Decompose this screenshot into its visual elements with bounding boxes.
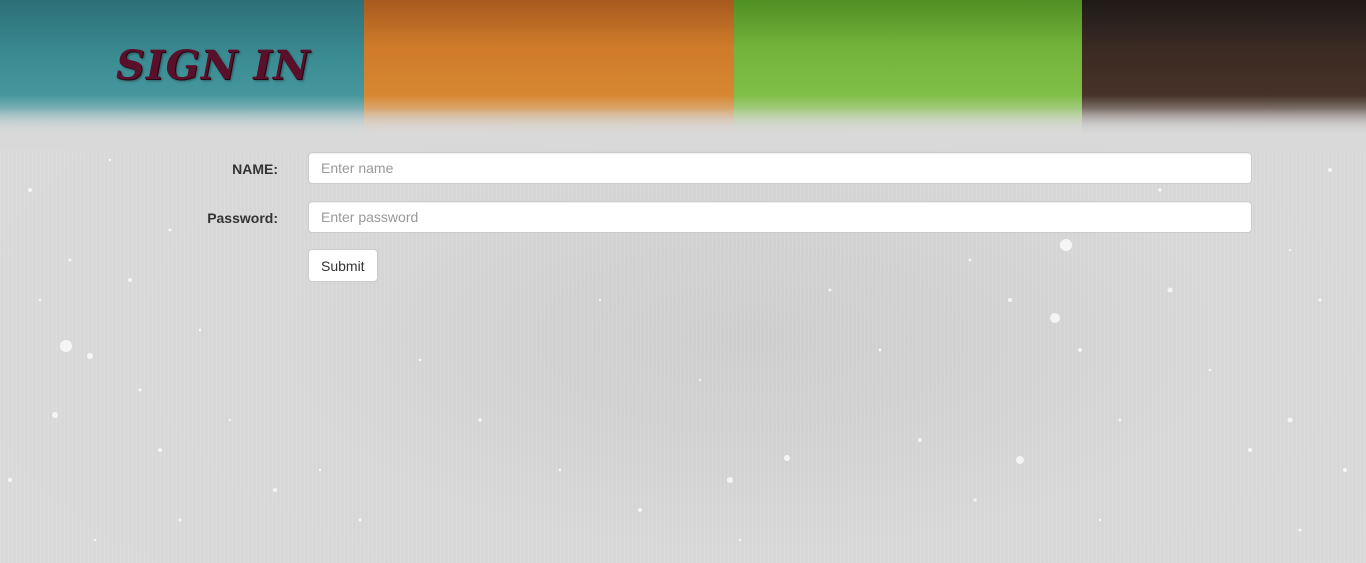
submit-button[interactable]: Submit (308, 249, 378, 282)
banner-fade (0, 95, 1366, 150)
page-title: SIGN IN (116, 42, 311, 89)
header-banner: SIGN IN (0, 0, 1366, 150)
name-label: NAME: (232, 161, 278, 177)
password-label: Password: (207, 210, 278, 226)
name-input[interactable] (308, 152, 1252, 184)
password-input[interactable] (308, 201, 1252, 233)
